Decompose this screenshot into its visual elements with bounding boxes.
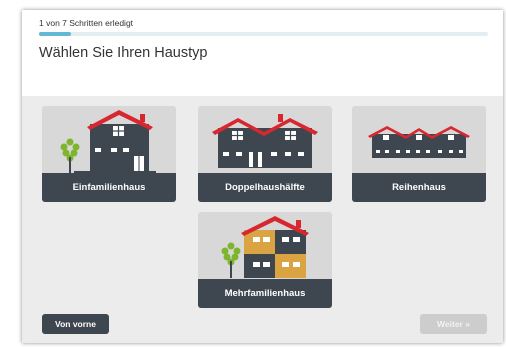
progress-bar-fill [39,32,72,36]
terraced-house-icon [368,126,470,158]
wizard-header: 1 von 7 Schritten erledigt Wählen Sie Ih… [22,10,503,96]
option-label: Einfamilienhaus [42,173,176,202]
restart-button[interactable]: Von vorne [42,314,109,334]
semi-detached-house-icon [212,114,318,168]
option-label: Reihenhaus [352,173,486,202]
option-card-doppelhaushaelfte[interactable]: Doppelhaushälfte [198,106,332,202]
option-label: Mehrfamilienhaus [198,279,332,308]
progress-bar [39,32,488,36]
apartment-building-icon [221,216,309,278]
page-title: Wählen Sie Ihren Haustyp [39,45,208,61]
option-label: Doppelhaushälfte [198,173,332,202]
option-card-mehrfamilienhaus[interactable]: Mehrfamilienhaus [198,212,332,308]
progress-text: 1 von 7 Schritten erledigt [39,18,134,28]
option-card-reihenhaus[interactable]: Reihenhaus [352,106,486,202]
wizard-panel: 1 von 7 Schritten erledigt Wählen Sie Ih… [22,10,503,343]
single-family-house-icon [60,110,156,173]
next-button[interactable]: Weiter » [420,314,487,334]
option-card-einfamilienhaus[interactable]: Einfamilienhaus [42,106,176,202]
